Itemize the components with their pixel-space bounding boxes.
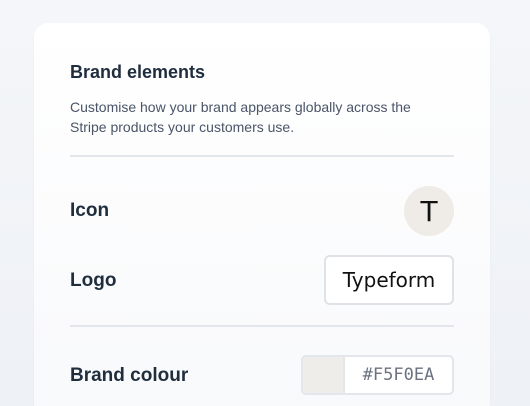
divider bbox=[70, 325, 454, 327]
section-description: Customise how your brand appears globall… bbox=[70, 99, 411, 135]
brand-icon-button[interactable]: T bbox=[404, 186, 454, 236]
brand-colour-input[interactable]: #F5F0EA bbox=[301, 355, 454, 395]
logo-button[interactable]: Typeform bbox=[324, 255, 454, 305]
colour-swatch[interactable] bbox=[303, 357, 345, 393]
section-title: Brand elements bbox=[70, 62, 206, 82]
logo-label: Logo bbox=[70, 270, 117, 291]
icon-label: Icon bbox=[70, 200, 110, 221]
logo-text: Typeform bbox=[342, 268, 436, 292]
brand-elements-card: Brand elements Customise how your brand … bbox=[34, 23, 490, 406]
colour-hex-value[interactable]: #F5F0EA bbox=[345, 357, 452, 393]
brand-colour-label: Brand colour bbox=[70, 365, 189, 386]
divider bbox=[70, 155, 454, 157]
brand-icon-letter: T bbox=[420, 194, 438, 228]
